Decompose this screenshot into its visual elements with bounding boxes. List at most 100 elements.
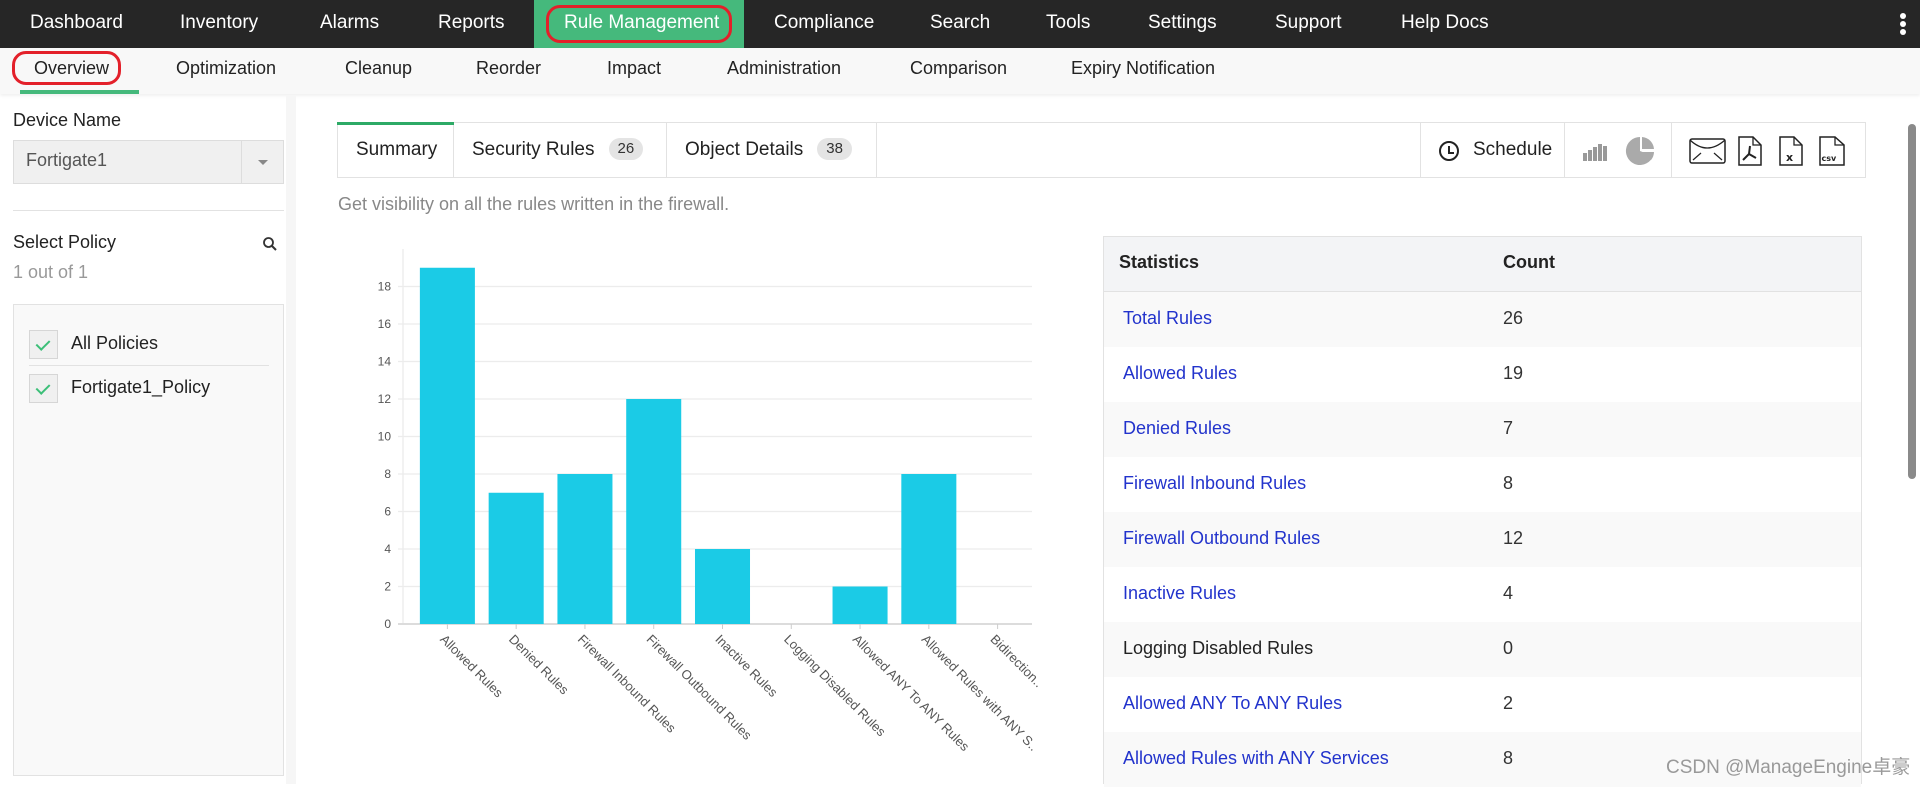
excel-icon[interactable]: x (1779, 136, 1803, 166)
statistic-count: 26 (1503, 308, 1524, 328)
statistic-link[interactable]: Firewall Inbound Rules (1123, 473, 1306, 494)
checkbox-checked[interactable] (29, 374, 58, 403)
statistic-link[interactable]: Allowed Rules (1123, 363, 1237, 384)
divider (13, 210, 284, 211)
nav-label: Rule Management (564, 12, 720, 33)
nav-label: Tools (1046, 12, 1091, 33)
chart-bar[interactable] (488, 492, 544, 624)
checkbox-checked[interactable] (29, 330, 58, 359)
chevron-down-icon[interactable] (241, 141, 283, 183)
subnav-reorder[interactable]: Reorder (476, 48, 541, 94)
statistics-table: Statistics Count Total Rules 26 Allowed Ru… (1103, 236, 1862, 787)
nav-compliance[interactable]: Compliance (744, 0, 904, 48)
statistic-link[interactable]: Denied Rules (1123, 418, 1231, 439)
watermark: CSDN @ManageEngine卓豪 (1666, 757, 1911, 778)
chart-bar[interactable] (626, 399, 682, 624)
policy-item[interactable]: Fortigate1_Policy (29, 366, 269, 410)
chart-bar[interactable] (832, 586, 888, 625)
table-row: Total Rules 26 (1104, 292, 1861, 347)
table-header: Statistics Count (1104, 237, 1861, 292)
x-tick-label: Inactive Rules (712, 632, 781, 701)
tab-security-rules[interactable]: Security Rules 26 (454, 123, 667, 177)
nav-alarms[interactable]: Alarms (290, 0, 409, 48)
x-tick-label: Denied Rules (506, 632, 572, 698)
schedule-button[interactable]: Schedule (1420, 123, 1564, 177)
nav-label: Settings (1148, 12, 1217, 33)
nav-search[interactable]: Search (900, 0, 1020, 48)
subnav-label: Expiry Notification (1071, 58, 1216, 78)
tab-label: Security Rules (472, 139, 595, 160)
count-badge: 38 (817, 137, 852, 160)
chart-bar[interactable] (901, 474, 957, 624)
header-statistics: Statistics (1119, 252, 1200, 272)
schedule-label: Schedule (1473, 139, 1553, 160)
tab-label: Summary (356, 139, 438, 160)
nav-tools[interactable]: Tools (1016, 0, 1120, 48)
chart-svg: 0 2 4 6 8 10 12 14 16 18 Allowed Rules Denied Rules… (378, 249, 1046, 755)
table-row: Allowed ANY To ANY Rules 2 (1104, 677, 1861, 732)
table-body: Total Rules 26 Allowed Rules 19 Denied Rules… (1104, 292, 1861, 787)
statistic-link[interactable]: Allowed Rules with ANY Services (1123, 748, 1389, 769)
table-row: Denied Rules 7 (1104, 402, 1861, 457)
y-tick-label: 2 (384, 580, 391, 594)
statistic-link[interactable]: Allowed ANY To ANY Rules (1123, 693, 1342, 714)
device-name-label: Device Name (13, 110, 122, 130)
y-tick-label: 0 (384, 617, 391, 631)
chart-bar[interactable] (557, 474, 613, 624)
svg-text:csv: csv (1822, 154, 1838, 163)
nav-settings[interactable]: Settings (1118, 0, 1247, 48)
x-tick-label: Allowed ANY To ANY Rules (850, 632, 973, 755)
x-tick-label: Bidirection.. (987, 632, 1046, 691)
subnav-cleanup[interactable]: Cleanup (345, 48, 412, 94)
count-badge: 26 (608, 137, 644, 160)
nav-help-docs[interactable]: Help Docs (1371, 0, 1519, 48)
email-icon[interactable] (1689, 138, 1726, 164)
statistic-count: 4 (1503, 583, 1514, 603)
statistic-link[interactable]: Firewall Outbound Rules (1123, 528, 1320, 549)
svg-text:x: x (1786, 151, 1793, 164)
policy-item[interactable]: All Policies (29, 322, 269, 366)
y-tick-label: 16 (378, 317, 392, 331)
policy-count: 1 out of 1 (13, 262, 89, 282)
policy-label: All Policies (71, 333, 159, 353)
sidebar: Device Name Fortigate1 Select Policy 1 o… (0, 0, 296, 784)
nav-label: Help Docs (1401, 12, 1489, 33)
subnav-label: Administration (727, 58, 842, 78)
statistic-count: 7 (1503, 418, 1514, 438)
statistic-link[interactable]: Inactive Rules (1123, 583, 1236, 604)
subnav-expiry-notification[interactable]: Expiry Notification (1071, 48, 1215, 94)
pie-chart-icon[interactable] (1625, 136, 1655, 166)
search-icon[interactable] (262, 236, 278, 252)
subnav-comparison[interactable]: Comparison (910, 48, 1007, 94)
device-select[interactable]: Fortigate1 (13, 140, 284, 184)
statistic-link[interactable]: Total Rules (1123, 308, 1212, 329)
nav-reports[interactable]: Reports (408, 0, 535, 48)
header-count: Count (1503, 252, 1555, 272)
y-tick-label: 12 (378, 392, 392, 406)
y-tick-label: 18 (378, 280, 392, 294)
tab-label: Object Details (685, 139, 804, 160)
table-row: Firewall Inbound Rules 8 (1104, 457, 1861, 512)
bar-chart-icon[interactable] (1583, 141, 1611, 161)
y-tick-label: 14 (378, 355, 392, 369)
nav-label: Compliance (774, 12, 875, 33)
subnav-label: Cleanup (345, 58, 413, 78)
chart-bar[interactable] (694, 549, 751, 624)
chart-bar[interactable] (419, 267, 475, 624)
page-description: Get visibility on all the rules written … (338, 194, 730, 214)
vertical-ellipsis-icon[interactable] (1898, 12, 1908, 36)
pdf-icon[interactable] (1738, 136, 1762, 166)
tab-summary[interactable]: Summary (337, 122, 454, 177)
view-toggle-group (1564, 123, 1671, 177)
tab-object-details[interactable]: Object Details 38 (667, 123, 877, 177)
nav-rule-management[interactable]: Rule Management (534, 0, 744, 48)
statistic-count: 0 (1503, 638, 1514, 658)
device-select-value: Fortigate1 (26, 150, 108, 170)
subnav-administration[interactable]: Administration (727, 48, 841, 94)
csv-icon[interactable]: csv (1819, 136, 1845, 166)
nav-label: Alarms (320, 12, 380, 33)
subnav-impact[interactable]: Impact (607, 48, 661, 94)
nav-support[interactable]: Support (1245, 0, 1372, 48)
scrollbar-thumb[interactable] (1908, 124, 1916, 479)
statistic-count: 2 (1503, 693, 1514, 713)
